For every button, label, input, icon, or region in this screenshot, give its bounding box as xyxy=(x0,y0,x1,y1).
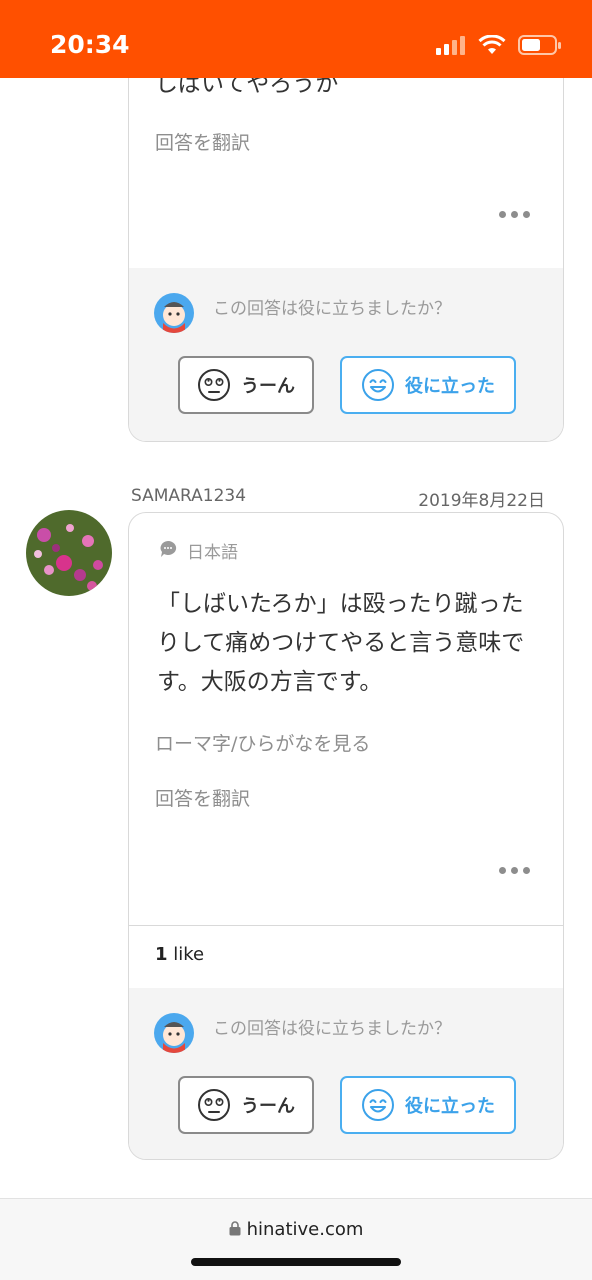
not-helpful-label: うーん xyxy=(241,376,295,397)
address-bar[interactable]: hinative.com xyxy=(0,1219,592,1240)
answer-language: 日本語 xyxy=(187,543,238,563)
url-text: hinative.com xyxy=(246,1219,364,1240)
romaji-hiragana-link[interactable]: ローマ字/ひらがなを見る xyxy=(155,729,370,756)
answer-date: 2019年8月22日 xyxy=(418,491,545,511)
smile-face-icon xyxy=(362,369,394,401)
helpful-label: 役に立った xyxy=(405,376,495,397)
browser-bottom-bar: hinative.com xyxy=(0,1198,592,1280)
mascot-avatar xyxy=(154,1013,194,1053)
not-helpful-label: うーん xyxy=(241,1096,295,1117)
mascot-avatar xyxy=(154,293,194,333)
battery-icon xyxy=(518,35,561,55)
not-helpful-button[interactable]: うーん xyxy=(178,356,314,414)
feedback-question: この回答は役に立ちましたか？ xyxy=(213,1019,451,1039)
translate-answer-link[interactable]: 回答を翻訳 xyxy=(155,128,250,155)
confused-face-icon xyxy=(198,369,230,401)
lock-icon xyxy=(229,1221,241,1236)
not-helpful-button[interactable]: うーん xyxy=(178,1076,314,1134)
home-indicator[interactable] xyxy=(191,1258,401,1266)
status-time: 20:34 xyxy=(50,30,130,59)
feedback-question: この回答は役に立ちましたか？ xyxy=(213,299,451,319)
signal-icon xyxy=(436,36,465,55)
helpful-label: 役に立った xyxy=(405,1096,495,1117)
likes-label: like xyxy=(173,944,205,965)
answer-body-text: 「しばいたろか」は殴ったり蹴ったりして痛めつけてやると言う意味です。大阪の方言で… xyxy=(157,591,525,695)
wifi-icon xyxy=(478,35,506,54)
confused-face-icon xyxy=(198,1089,230,1121)
feedback-section: この回答は役に立ちましたか？ うーん 役に立った xyxy=(129,988,563,1159)
translate-answer-link[interactable]: 回答を翻訳 xyxy=(155,784,250,811)
feedback-section: この回答は役に立ちましたか？ うーん 役に立った xyxy=(129,268,563,441)
answer-card-2: 日本語 「しばいたろか」は殴ったり蹴ったりして痛めつけてやると言う意味です。大阪… xyxy=(128,512,564,1160)
ellipsis-icon[interactable] xyxy=(499,211,530,218)
divider xyxy=(129,925,563,926)
helpful-button[interactable]: 役に立った xyxy=(340,1076,516,1134)
status-bar: 20:34 xyxy=(0,0,592,78)
speech-bubble-icon xyxy=(160,540,177,557)
user-avatar[interactable] xyxy=(26,510,112,596)
smile-face-icon xyxy=(362,1089,394,1121)
ellipsis-icon[interactable] xyxy=(499,867,530,874)
helpful-button[interactable]: 役に立った xyxy=(340,356,516,414)
likes-number: 1 xyxy=(155,944,168,965)
likes-count[interactable]: 1 like xyxy=(155,944,204,965)
answer-username[interactable]: SAMARA1234 xyxy=(131,486,246,506)
